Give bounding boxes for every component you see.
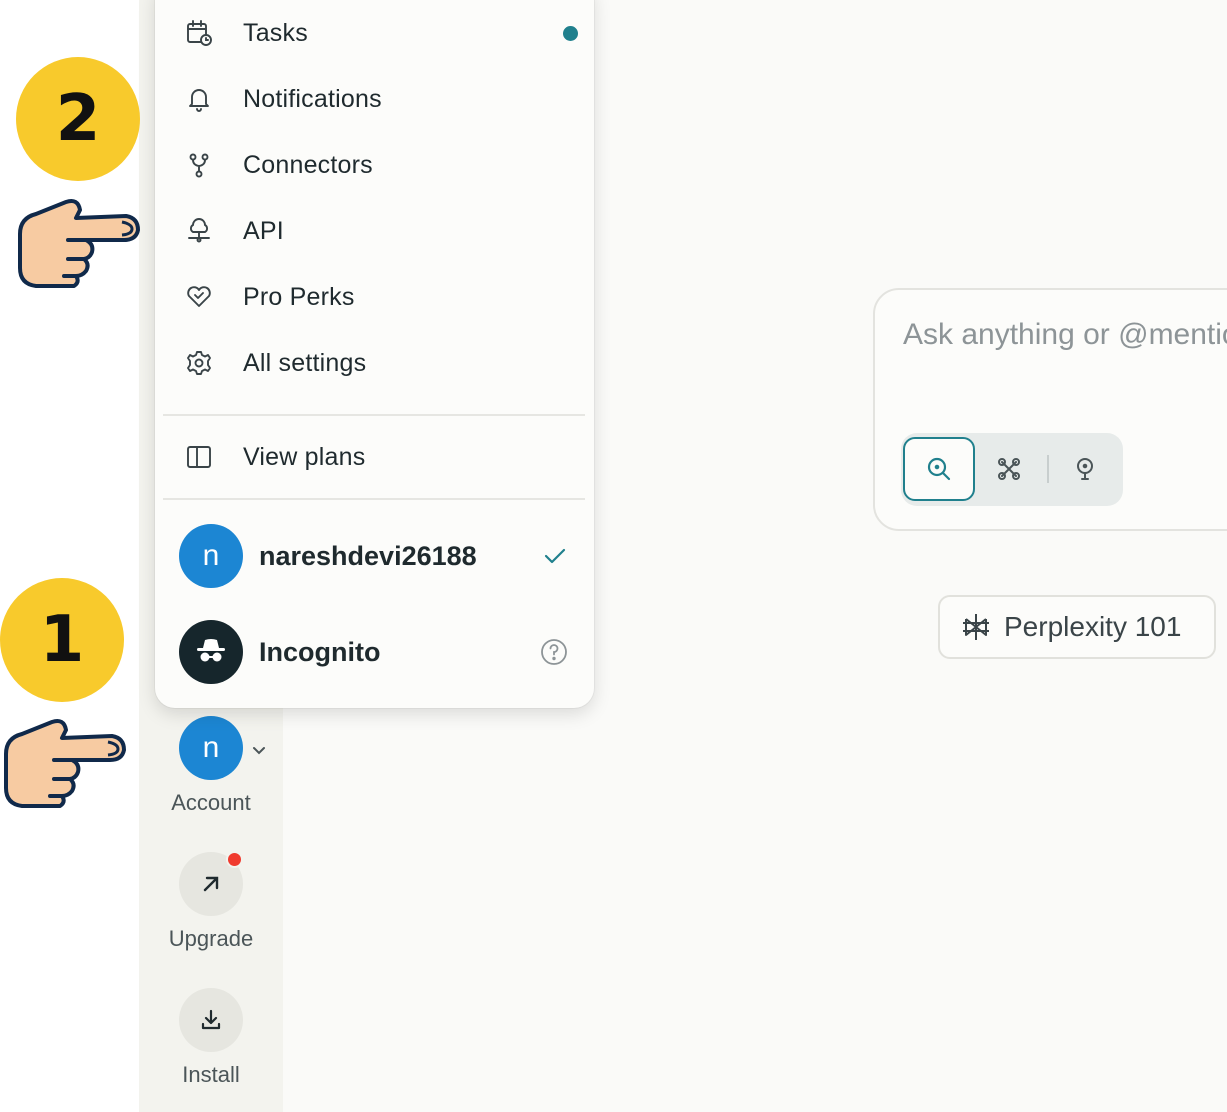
account-menu: Tasks Notifications Connectors API Pro P… — [155, 0, 594, 708]
research-icon — [998, 458, 1020, 480]
step-1-badge: 1 — [0, 578, 124, 702]
search-input[interactable] — [903, 318, 1227, 352]
pointing-hand-icon — [18, 199, 140, 288]
menu-item-all-settings[interactable]: All settings — [185, 338, 565, 388]
menu-item-view-plans[interactable]: View plans — [185, 432, 565, 482]
checkmark-icon — [544, 548, 566, 564]
account-label: Account — [171, 790, 251, 815]
account-avatar[interactable]: n — [179, 716, 243, 780]
step-2-number: 2 — [55, 82, 101, 156]
menu-item-notifications[interactable]: Notifications — [185, 74, 565, 124]
menu-item-api[interactable]: API — [185, 206, 565, 256]
pointing-hand-icon — [4, 719, 126, 808]
menu-item-tasks[interactable]: Tasks — [185, 8, 578, 58]
notification-dot — [226, 851, 243, 868]
chevron-down-icon[interactable] — [250, 742, 268, 760]
gear-icon — [185, 349, 213, 377]
account-option-nareshdevi26188[interactable]: n nareshdevi26188 — [179, 523, 569, 589]
account-option-incognito[interactable]: Incognito — [179, 619, 569, 685]
bell-icon — [185, 85, 213, 113]
arrow-up-right-icon — [203, 876, 219, 892]
perplexity-101-button[interactable]: Perplexity 101 — [938, 595, 1216, 659]
search-box — [873, 288, 1227, 531]
lightbulb-icon — [1077, 458, 1093, 480]
download-icon — [201, 1009, 221, 1030]
menu-item-label: API — [243, 216, 284, 245]
api-cloud-icon — [185, 217, 213, 245]
columns-icon — [185, 443, 213, 471]
search-mode-button[interactable] — [903, 437, 975, 501]
install-button[interactable] — [179, 988, 243, 1052]
menu-item-pro-perks[interactable]: Pro Perks — [185, 272, 565, 322]
help-icon[interactable] — [539, 637, 569, 667]
install-label: Install — [182, 1062, 240, 1087]
account-name: nareshdevi26188 — [259, 540, 477, 571]
menu-item-label: View plans — [243, 442, 366, 471]
avatar: n — [179, 524, 243, 588]
menu-item-label: Notifications — [243, 84, 382, 113]
labs-mode-button[interactable] — [1049, 437, 1121, 501]
tasks-status-dot — [563, 25, 578, 41]
perplexity-logo-icon — [963, 614, 989, 640]
step-2-badge: 2 — [16, 57, 140, 181]
step-1-number: 1 — [39, 603, 85, 677]
calendar-clock-icon — [185, 19, 213, 47]
avatar-initial: n — [202, 539, 220, 572]
menu-item-label: Pro Perks — [243, 282, 355, 311]
menu-item-label: Connectors — [243, 150, 373, 179]
menu-item-connectors[interactable]: Connectors — [185, 140, 565, 190]
upgrade-label: Upgrade — [168, 926, 254, 951]
menu-divider — [163, 498, 585, 500]
menu-item-label: All settings — [243, 348, 367, 377]
mode-selector — [901, 433, 1123, 506]
menu-divider — [163, 414, 585, 416]
connector-icon — [185, 151, 213, 179]
menu-item-label: Tasks — [243, 18, 308, 47]
heart-handshake-icon — [185, 283, 213, 311]
research-mode-button[interactable] — [973, 437, 1045, 501]
account-initial: n — [202, 731, 220, 764]
account-name: Incognito — [259, 636, 381, 667]
search-icon — [927, 457, 951, 481]
incognito-icon — [179, 620, 243, 684]
perplexity-101-label: Perplexity 101 — [1004, 611, 1182, 642]
